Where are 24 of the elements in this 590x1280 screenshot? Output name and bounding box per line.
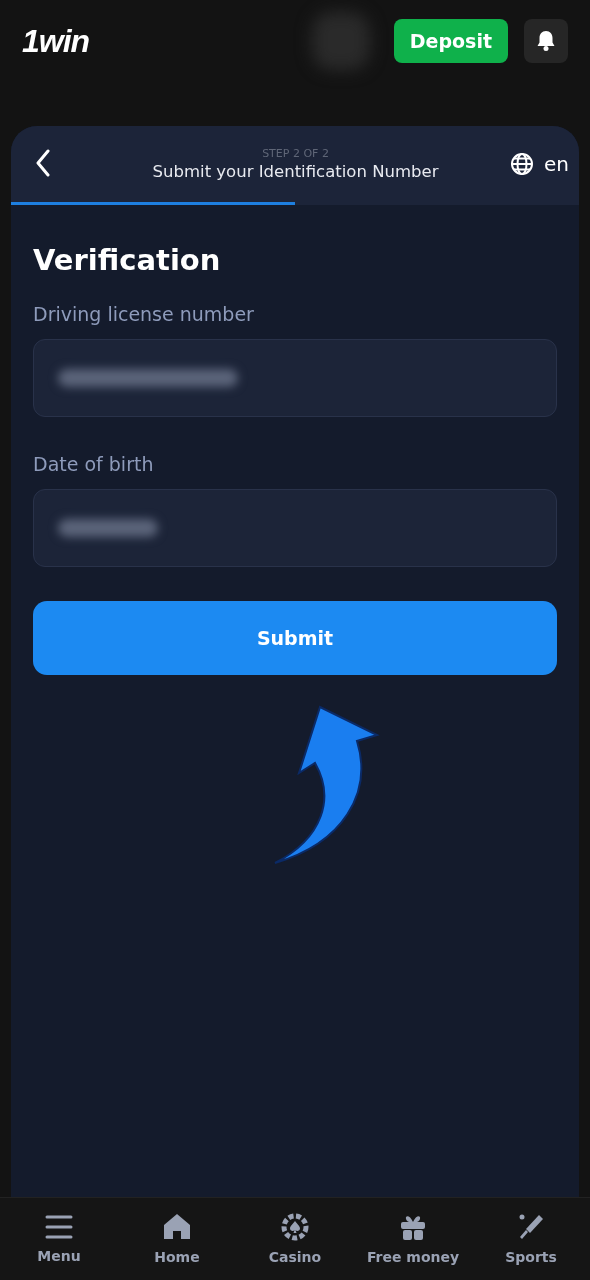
gift-icon xyxy=(399,1213,427,1241)
notifications-button[interactable] xyxy=(524,19,568,63)
nav-item[interactable]: Casino xyxy=(240,1213,350,1265)
home-icon xyxy=(163,1213,191,1241)
field-label: Date of birth xyxy=(33,453,155,475)
back-icon xyxy=(35,148,51,177)
input-field[interactable] xyxy=(33,339,557,417)
nav-item[interactable]: Home xyxy=(122,1213,232,1265)
chip-icon xyxy=(281,1213,309,1241)
submit-button[interactable]: Submit xyxy=(33,601,557,675)
form-heading: Verification xyxy=(33,243,222,277)
logo[interactable]: 1win xyxy=(22,22,90,60)
nav-item[interactable]: Sports xyxy=(476,1213,586,1265)
language-button[interactable]: en xyxy=(510,152,569,176)
step-indicator: STEP 2 OF 2 xyxy=(262,147,329,160)
bell-icon xyxy=(536,30,556,52)
input-field[interactable] xyxy=(33,489,557,567)
nav-item[interactable]: Free money xyxy=(358,1213,468,1265)
field-label: Driving license number xyxy=(33,303,255,325)
menu-icon xyxy=(45,1214,73,1240)
wizard-title: Submit your Identification Number xyxy=(152,162,439,181)
cricket-bat-icon xyxy=(517,1213,545,1241)
nav-item[interactable]: Menu xyxy=(4,1214,114,1264)
globe-icon xyxy=(510,152,534,176)
